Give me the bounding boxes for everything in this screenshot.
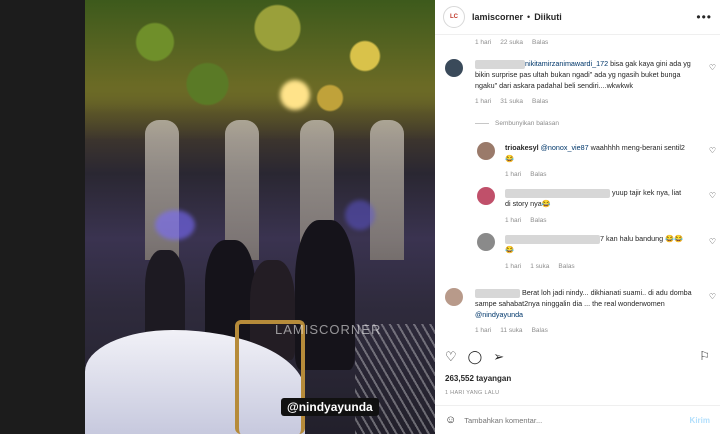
reply: yuup tajir kek nya, liat di story nya😂 [505, 188, 682, 208]
bookmark-icon[interactable]: ⚐ [699, 349, 710, 363]
add-comment-bar: ☺ Kirim [435, 405, 720, 434]
share-icon[interactable]: ➢ [493, 349, 504, 365]
comment-meta: 1 hari Balas [505, 171, 547, 178]
comment-meta: 1 hari Balas [505, 217, 547, 224]
view-count[interactable]: 263,552 tayangan [445, 374, 511, 383]
avatar[interactable] [445, 288, 463, 306]
action-bar: ♡ ◯ ➢ [445, 349, 504, 365]
comment-icon[interactable]: ◯ [468, 349, 483, 365]
light-glow [155, 210, 195, 240]
send-button[interactable]: Kirim [690, 416, 710, 425]
reply-button[interactable]: Balas [532, 327, 548, 334]
heart-icon[interactable]: ♡ [709, 191, 716, 200]
heart-icon[interactable]: ♡ [709, 63, 716, 72]
avatar[interactable]: LC [443, 6, 465, 28]
avatar[interactable] [477, 187, 495, 205]
blurred-username [505, 234, 600, 244]
post-video[interactable]: LAMISCORNER @nindyayunda [85, 0, 435, 434]
reply-button[interactable]: Balas [530, 217, 546, 224]
comment: Berat loh jadi nindy... dikhianati suami… [475, 288, 692, 319]
blurred-username [505, 188, 610, 198]
video-tag: @nindyayunda [281, 398, 379, 416]
light-glow [345, 200, 375, 230]
comment-meta: 1 hari 31 suka Balas [475, 98, 549, 105]
avatar[interactable] [477, 142, 495, 160]
reply-button[interactable]: Balas [532, 98, 548, 105]
separator: • [527, 12, 531, 22]
hide-replies-button[interactable]: Sembunyikan balasan [475, 120, 559, 127]
fern-decor [355, 324, 435, 434]
reply: 7 kan halu bandung 😂😂😂 [505, 234, 684, 254]
watermark: LAMISCORNER [275, 322, 382, 337]
post-header: LC lamiscorner • Diikuti ••• [435, 0, 720, 35]
reply-button[interactable]: Balas [532, 39, 548, 46]
heart-icon[interactable]: ♡ [709, 292, 716, 301]
backdrop [0, 0, 85, 434]
blurred-username [475, 59, 525, 69]
blurred-username [475, 288, 520, 298]
post-date: 1 HARI YANG LALU [445, 390, 500, 396]
heart-icon[interactable]: ♡ [445, 349, 457, 365]
foliage-ceiling [85, 0, 435, 140]
reply: trioakesyl @nonox_vie87 waahhhh meng-ber… [505, 143, 685, 163]
more-icon[interactable]: ••• [696, 10, 712, 24]
avatar[interactable] [445, 59, 463, 77]
username[interactable]: lamiscorner [472, 12, 523, 22]
heart-icon[interactable]: ♡ [709, 237, 716, 246]
guest-figure [145, 250, 185, 340]
heart-icon[interactable]: ♡ [709, 146, 716, 155]
instagram-post-viewer: LAMISCORNER @nindyayunda LC lamiscorner … [0, 0, 720, 434]
reply-button[interactable]: Balas [530, 171, 546, 178]
follow-button[interactable]: Diikuti [534, 12, 562, 22]
pillar [225, 120, 259, 260]
avatar[interactable] [477, 233, 495, 251]
light-glow [280, 80, 310, 110]
comment-meta: 1 hari 1 suka Balas [505, 263, 575, 270]
gold-chair [235, 320, 305, 434]
comments-panel: LC lamiscorner • Diikuti ••• 1 hari 22 s… [435, 0, 720, 434]
divider [475, 123, 489, 124]
pillar [370, 120, 404, 260]
emoji-icon[interactable]: ☺ [445, 414, 456, 426]
comment-meta: 1 hari 11 suka Balas [475, 327, 548, 334]
comment-input[interactable] [464, 415, 690, 425]
comment: nikitamirzanimawardi_172 bisa gak kaya g… [475, 59, 691, 90]
reply-button[interactable]: Balas [558, 263, 574, 270]
comment-meta: 1 hari 22 suka Balas [475, 39, 549, 46]
